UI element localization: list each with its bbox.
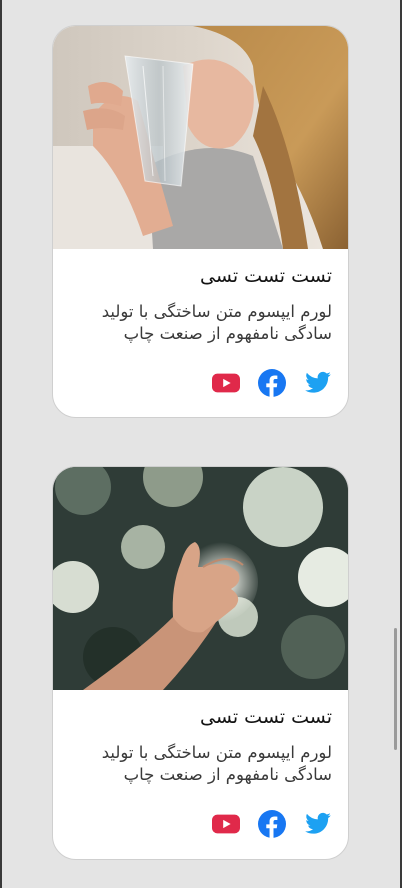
youtube-icon[interactable]: [212, 369, 240, 397]
youtube-icon[interactable]: [212, 810, 240, 838]
card-image: [53, 26, 348, 249]
hand-reaching-sunlight-photo: [53, 467, 348, 690]
card-description: لورم ایپسوم متن ساختگی با تولید سادگی نا…: [101, 743, 332, 784]
profile-card: تست تست تسی لورم ایپسوم متن ساختگی با تو…: [52, 466, 349, 860]
social-links: [69, 369, 332, 397]
card-title: تست تست تسی: [200, 706, 332, 728]
facebook-icon[interactable]: [258, 369, 286, 397]
scrollbar-thumb[interactable]: [394, 628, 397, 750]
card-description: لورم ایپسوم متن ساختگی با تولید سادگی نا…: [101, 302, 332, 343]
profile-card: تست تست تسی لورم ایپسوم متن ساختگی با تو…: [52, 25, 349, 418]
facebook-icon[interactable]: [258, 810, 286, 838]
twitter-icon[interactable]: [304, 369, 332, 397]
social-links: [69, 810, 332, 838]
twitter-icon[interactable]: [304, 810, 332, 838]
card-title: تست تست تسی: [200, 265, 332, 287]
window-frame-left: [0, 0, 2, 888]
woman-drinking-water-photo: [53, 26, 348, 249]
card-image: [53, 467, 348, 690]
